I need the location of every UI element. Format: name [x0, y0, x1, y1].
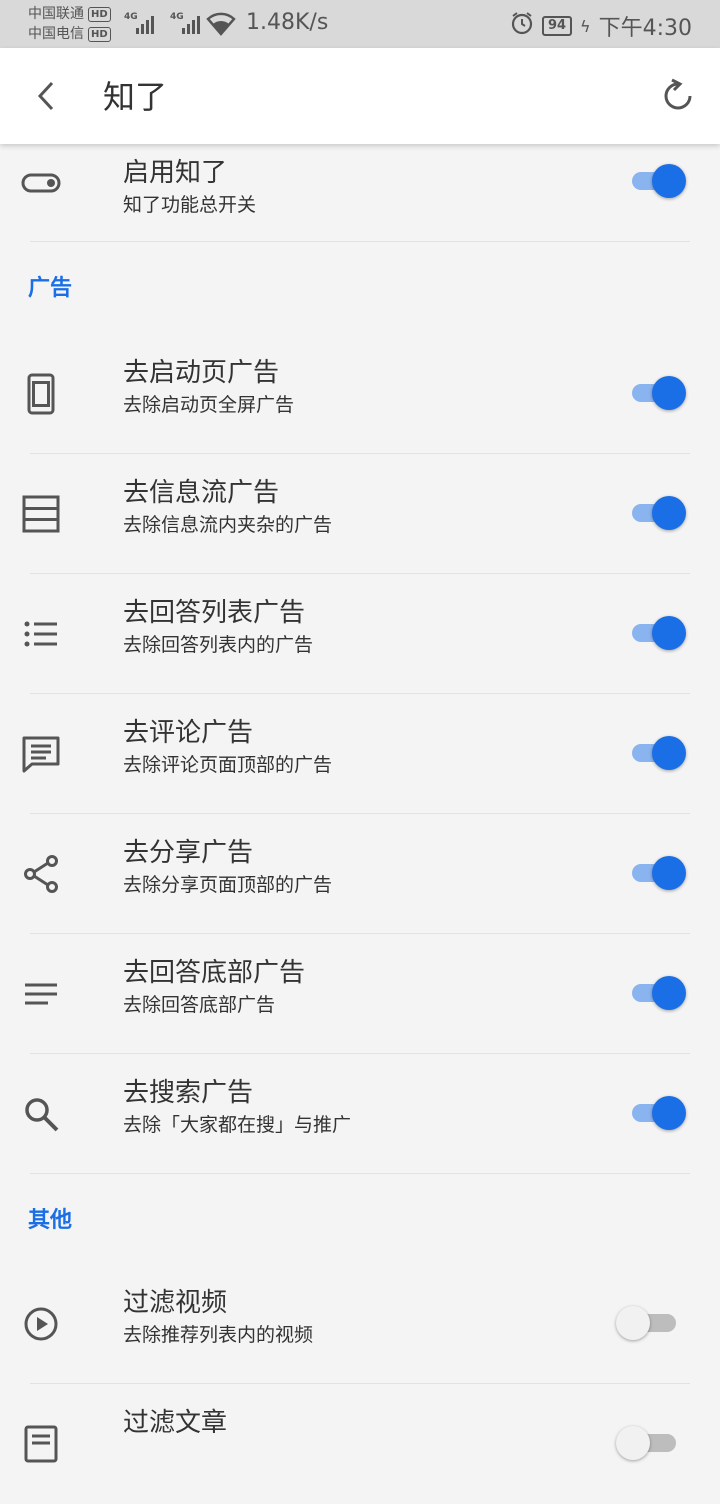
- play-circle-icon: [20, 1303, 62, 1345]
- carrier-1: 中国联通: [28, 6, 84, 22]
- section-label: 广告: [28, 276, 73, 301]
- hd-badge-2: HD: [88, 26, 111, 42]
- item-subtitle: 去除推荐列表内的视频: [123, 1324, 314, 1346]
- alarm-icon: [510, 11, 534, 41]
- wifi-icon: [206, 10, 236, 40]
- item-subtitle: 去除回答底部广告: [123, 994, 276, 1016]
- list-item-master-switch[interactable]: 启用知了 知了功能总开关: [0, 144, 720, 242]
- list-item-filter-article[interactable]: 过滤文章: [0, 1384, 720, 1504]
- search-ad-toggle[interactable]: [630, 1093, 690, 1133]
- signal-indicators: 4G 4G: [124, 12, 208, 34]
- item-title: 去分享广告: [123, 838, 254, 868]
- section-label: 其他: [28, 1208, 73, 1233]
- signal-icon: 4G: [170, 12, 208, 34]
- item-title: 去信息流广告: [123, 478, 280, 508]
- notes-icon: [20, 973, 62, 1015]
- list-item-feed-ad[interactable]: 去信息流广告 去除信息流内夹杂的广告: [0, 454, 720, 574]
- list-item-answer-bottom-ad[interactable]: 去回答底部广告 去除回答底部广告: [0, 934, 720, 1054]
- list-item-splash-ad[interactable]: 去启动页广告 去除启动页全屏广告: [0, 334, 720, 454]
- list-item-answer-list-ad[interactable]: 去回答列表广告 去除回答列表内的广告: [0, 574, 720, 694]
- answer-list-ad-toggle[interactable]: [630, 613, 690, 653]
- feed-icon: [20, 493, 62, 535]
- feed-ad-toggle[interactable]: [630, 493, 690, 533]
- status-right: 94 ϟ 下午4:30: [510, 10, 692, 42]
- item-title: 去回答列表广告: [123, 598, 306, 628]
- share-icon: [20, 853, 62, 895]
- filter-video-toggle[interactable]: [616, 1303, 690, 1343]
- search-icon: [20, 1093, 62, 1135]
- refresh-icon: [664, 78, 692, 110]
- clock: 下午4:30: [598, 16, 692, 41]
- section-header-ads: 广告: [0, 242, 720, 334]
- list-item-search-ad[interactable]: 去搜索广告 去除「大家都在搜」与推广: [0, 1054, 720, 1174]
- carrier-2: 中国电信: [28, 26, 84, 42]
- section-header-other: 其他: [0, 1174, 720, 1264]
- battery-level: 94: [541, 16, 573, 36]
- phone-icon: [20, 373, 62, 415]
- item-title: 去启动页广告: [123, 358, 280, 388]
- toggle-icon: [20, 162, 62, 204]
- item-title: 去回答底部广告: [123, 958, 306, 988]
- item-title: 去评论广告: [123, 718, 254, 748]
- comment-ad-toggle[interactable]: [630, 733, 690, 773]
- signal-icon: 4G: [124, 12, 162, 34]
- filter-article-toggle[interactable]: [616, 1423, 690, 1463]
- page-title: 知了: [103, 78, 168, 116]
- refresh-button[interactable]: [658, 76, 698, 116]
- back-button[interactable]: [28, 76, 68, 116]
- item-subtitle: 知了功能总开关: [123, 194, 257, 216]
- item-subtitle: 去除启动页全屏广告: [123, 394, 295, 416]
- answer-bottom-ad-toggle[interactable]: [630, 973, 690, 1013]
- list-item-share-ad[interactable]: 去分享广告 去除分享页面顶部的广告: [0, 814, 720, 934]
- item-subtitle: 去除评论页面顶部的广告: [123, 754, 333, 776]
- item-subtitle: 去除「大家都在搜」与推广: [123, 1114, 352, 1136]
- list-item-comment-ad[interactable]: 去评论广告 去除评论页面顶部的广告: [0, 694, 720, 814]
- app-toolbar: 知了: [0, 48, 720, 144]
- network-speed: 1.48K/s: [246, 10, 329, 35]
- item-subtitle: 去除回答列表内的广告: [123, 634, 314, 656]
- item-title: 启用知了: [123, 158, 228, 188]
- carrier-info: 中国联通 HD 中国电信 HD: [28, 4, 111, 44]
- hd-badge-1: HD: [88, 6, 111, 22]
- item-title: 去搜索广告: [123, 1078, 254, 1108]
- item-subtitle: 去除信息流内夹杂的广告: [123, 514, 333, 536]
- item-title: 过滤文章: [123, 1408, 228, 1438]
- settings-list: 启用知了 知了功能总开关 广告 去启动页广告 去除启动页全屏广告 去信息流广告 …: [0, 144, 720, 1504]
- status-bar: 中国联通 HD 中国电信 HD 4G 4G 1.48K/s 94 ϟ 下午4:30: [0, 0, 720, 48]
- charging-icon: ϟ: [580, 16, 591, 36]
- comment-icon: [20, 733, 62, 775]
- list-item-filter-video[interactable]: 过滤视频 去除推荐列表内的视频: [0, 1264, 720, 1384]
- article-icon: [20, 1423, 62, 1465]
- item-title: 过滤视频: [123, 1288, 228, 1318]
- item-subtitle: 去除分享页面顶部的广告: [123, 874, 333, 896]
- enable-toggle[interactable]: [630, 161, 690, 201]
- list-icon: [20, 613, 62, 655]
- chevron-left-icon: [37, 81, 54, 111]
- splash-ad-toggle[interactable]: [630, 373, 690, 413]
- share-ad-toggle[interactable]: [630, 853, 690, 893]
